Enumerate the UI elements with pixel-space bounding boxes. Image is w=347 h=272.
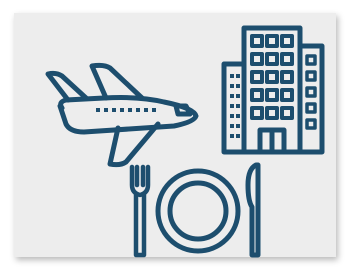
airplane-icon xyxy=(45,62,199,168)
travel-icons-card xyxy=(14,13,336,258)
plate-fork-knife-icon xyxy=(129,162,261,258)
hotel-building-icon xyxy=(221,25,325,155)
